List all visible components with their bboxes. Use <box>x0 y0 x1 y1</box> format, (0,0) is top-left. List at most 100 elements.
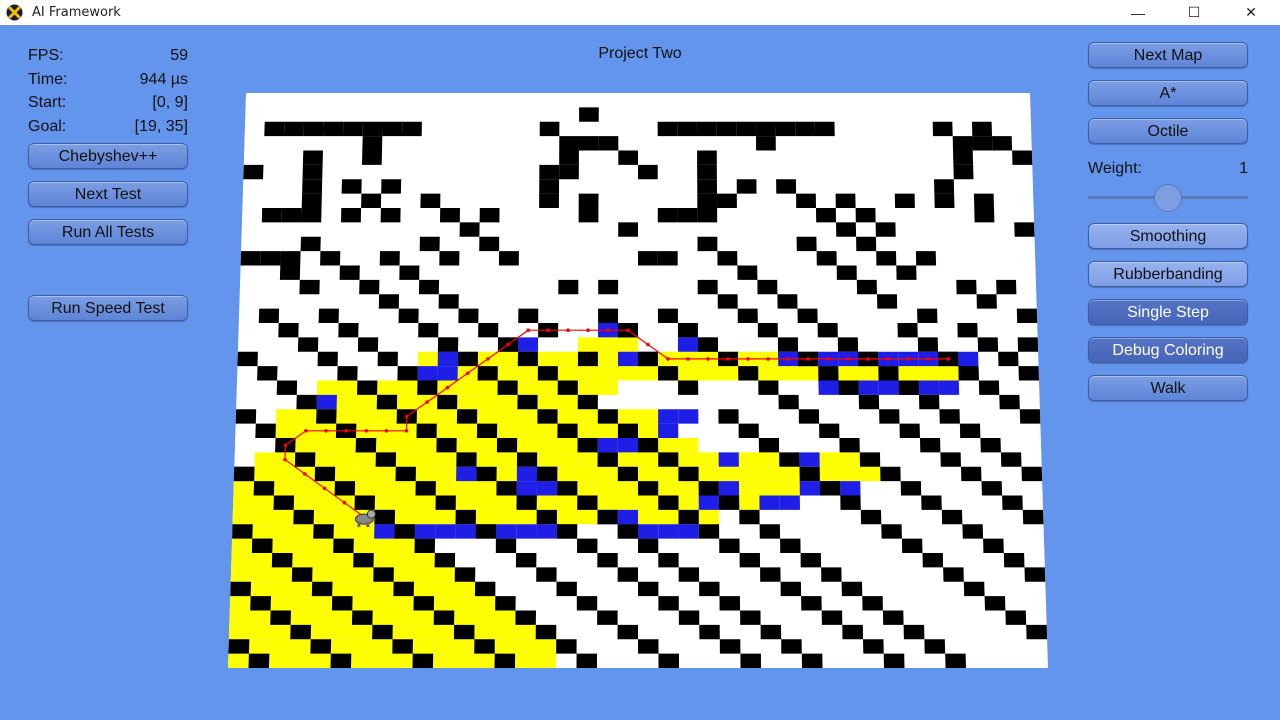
closed-cell <box>557 452 578 467</box>
wall-cell <box>257 366 278 381</box>
closed-cell <box>617 481 638 496</box>
wall-cell <box>397 366 418 381</box>
wall-cell <box>296 394 317 410</box>
closed-cell <box>537 394 558 410</box>
closed-cell <box>252 524 274 539</box>
wall-cell <box>638 351 658 367</box>
closed-cell <box>312 567 333 582</box>
wall-cell <box>598 279 619 295</box>
wall-cell <box>863 639 884 654</box>
wall-cell <box>957 323 978 338</box>
closed-cell <box>314 495 335 510</box>
wall-cell <box>597 409 618 424</box>
wall-cell <box>737 308 758 323</box>
closed-cell <box>718 466 739 482</box>
closed-cell <box>597 366 618 381</box>
closed-cell <box>354 481 376 496</box>
open-cell <box>818 380 839 395</box>
wall-cell <box>698 481 719 496</box>
closed-cell <box>351 639 373 654</box>
closed-cell <box>248 639 270 654</box>
wall-cell <box>376 394 398 410</box>
closed-cell <box>310 624 332 640</box>
open-cell <box>516 524 537 539</box>
wall-cell <box>1000 452 1022 467</box>
closed-cell <box>698 452 719 467</box>
wall-cell <box>279 265 301 280</box>
closed-cell <box>455 495 477 510</box>
closed-cell <box>515 653 536 668</box>
closed-cell <box>537 452 558 467</box>
closed-cell <box>273 509 294 525</box>
wall-cell <box>438 294 459 309</box>
path-node <box>546 328 550 333</box>
wall-cell <box>779 452 800 467</box>
wall-cell <box>302 179 323 194</box>
closed-cell <box>435 466 457 482</box>
wall-cell <box>251 538 273 553</box>
closed-cell <box>332 567 354 582</box>
wall-cell <box>558 279 579 295</box>
wall-cell <box>717 251 738 266</box>
closed-cell <box>352 567 374 582</box>
wall-cell <box>455 509 476 525</box>
open-cell <box>638 524 659 539</box>
wall-cell <box>270 610 291 625</box>
closed-cell <box>292 538 314 553</box>
wall-cell <box>418 323 439 338</box>
open-cell <box>658 524 679 539</box>
wall-cell <box>341 179 362 194</box>
wall-cell <box>940 452 961 467</box>
closed-cell <box>497 409 518 424</box>
wall-cell <box>934 179 955 194</box>
closed-cell <box>436 409 458 424</box>
wall-cell <box>860 509 882 525</box>
wall-cell <box>338 323 359 338</box>
wall-cell <box>476 423 498 438</box>
wall-cell <box>276 380 298 395</box>
wall-cell <box>394 524 415 539</box>
closed-cell <box>433 639 454 654</box>
wall-cell <box>261 208 282 223</box>
closed-cell <box>597 495 618 510</box>
wall-cell <box>962 524 984 539</box>
wall-cell <box>796 236 817 252</box>
wall-cell <box>816 251 837 266</box>
closed-cell <box>330 639 352 654</box>
wall-cell <box>657 121 678 137</box>
closed-cell <box>698 466 719 482</box>
closed-cell <box>535 653 557 668</box>
closed-cell <box>229 610 251 625</box>
wall-cell <box>576 653 597 668</box>
wall-cell <box>736 121 756 137</box>
wall-cell <box>353 553 374 568</box>
wall-cell <box>838 380 859 395</box>
open-cell <box>618 351 638 367</box>
wall-cell <box>697 208 718 223</box>
closed-cell <box>618 366 638 381</box>
closed-cell <box>739 481 760 496</box>
closed-cell <box>356 394 378 410</box>
closed-cell <box>517 409 538 424</box>
closed-cell <box>394 538 415 553</box>
closed-cell <box>355 466 376 482</box>
wall-cell <box>697 150 717 165</box>
wall-cell <box>996 279 1017 295</box>
wall-cell <box>439 251 460 266</box>
closed-cell <box>310 653 331 668</box>
closed-cell <box>373 538 395 553</box>
wall-cell <box>250 596 271 611</box>
closed-cell <box>251 553 273 568</box>
wall-cell <box>678 509 699 525</box>
wall-cell <box>456 452 477 467</box>
closed-cell <box>517 366 538 381</box>
closed-cell <box>778 366 799 381</box>
wall-cell <box>1005 610 1027 625</box>
wall-cell <box>658 366 679 381</box>
wall-cell <box>362 121 383 137</box>
closed-cell <box>413 581 435 597</box>
pathfinding-map[interactable] <box>0 0 1280 720</box>
wall-cell <box>883 653 905 668</box>
closed-cell <box>414 553 435 568</box>
open-cell <box>799 452 820 467</box>
